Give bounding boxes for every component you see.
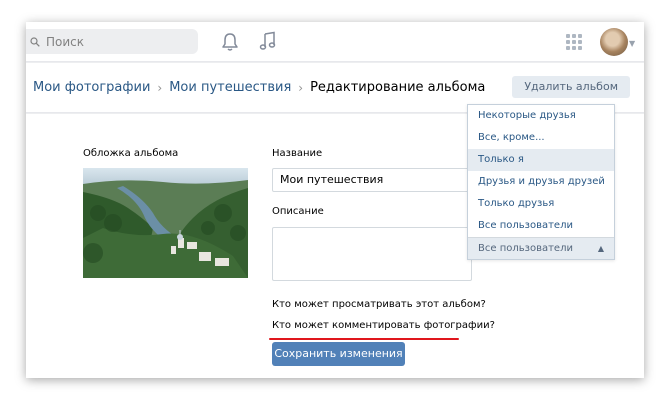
music-icon[interactable]: [259, 31, 277, 51]
privacy-select[interactable]: Все пользователи ▲: [468, 237, 614, 259]
description-label: Описание: [272, 206, 324, 217]
album-description-input[interactable]: [272, 227, 472, 281]
album-cover-photo[interactable]: [83, 168, 248, 278]
search-input[interactable]: Поиск: [46, 35, 84, 49]
highlight-underline: [269, 338, 459, 340]
save-changes-button[interactable]: Сохранить изменения: [272, 342, 405, 366]
app-window: Поиск ▼ Мои фотографии › Мои путешествия…: [26, 22, 644, 378]
dropdown-option[interactable]: Некоторые друзья: [468, 105, 614, 127]
search-box[interactable]: Поиск: [26, 29, 198, 54]
dropdown-option[interactable]: Все пользователи: [468, 215, 614, 237]
search-icon: [30, 36, 40, 47]
delete-album-button[interactable]: Удалить альбом: [512, 76, 630, 98]
album-edit-form: Обложка альбома Название Мои путешествия…: [26, 104, 644, 378]
dropdown-option[interactable]: Только я: [468, 149, 614, 171]
bell-icon[interactable]: [221, 32, 239, 52]
breadcrumb-item-photos[interactable]: Мои фотографии: [33, 80, 150, 95]
comment-privacy-label: Кто может комментировать фотографии?: [272, 320, 495, 331]
page-title: Редактирование альбома: [310, 80, 486, 95]
chevron-up-icon: ▲: [597, 244, 604, 253]
chevron-down-icon[interactable]: ▼: [629, 39, 635, 48]
chevron-right-icon: ›: [157, 80, 163, 95]
top-bar: Поиск ▼: [26, 22, 644, 62]
cover-label: Обложка альбома: [83, 148, 179, 159]
privacy-dropdown-menu: Некоторые друзья Все, кроме... Только я …: [467, 104, 615, 260]
apps-grid-icon[interactable]: [566, 34, 582, 50]
avatar[interactable]: [600, 28, 628, 56]
dropdown-option[interactable]: Друзья и друзья друзей: [468, 171, 614, 193]
dropdown-option[interactable]: Только друзья: [468, 193, 614, 215]
view-privacy-label: Кто может просматривать этот альбом?: [272, 299, 486, 310]
privacy-select-value: Все пользователи: [478, 243, 573, 254]
dropdown-option[interactable]: Все, кроме...: [468, 127, 614, 149]
chevron-right-icon: ›: [298, 80, 304, 95]
breadcrumb-item-album[interactable]: Мои путешествия: [169, 80, 291, 95]
name-label: Название: [272, 148, 323, 159]
